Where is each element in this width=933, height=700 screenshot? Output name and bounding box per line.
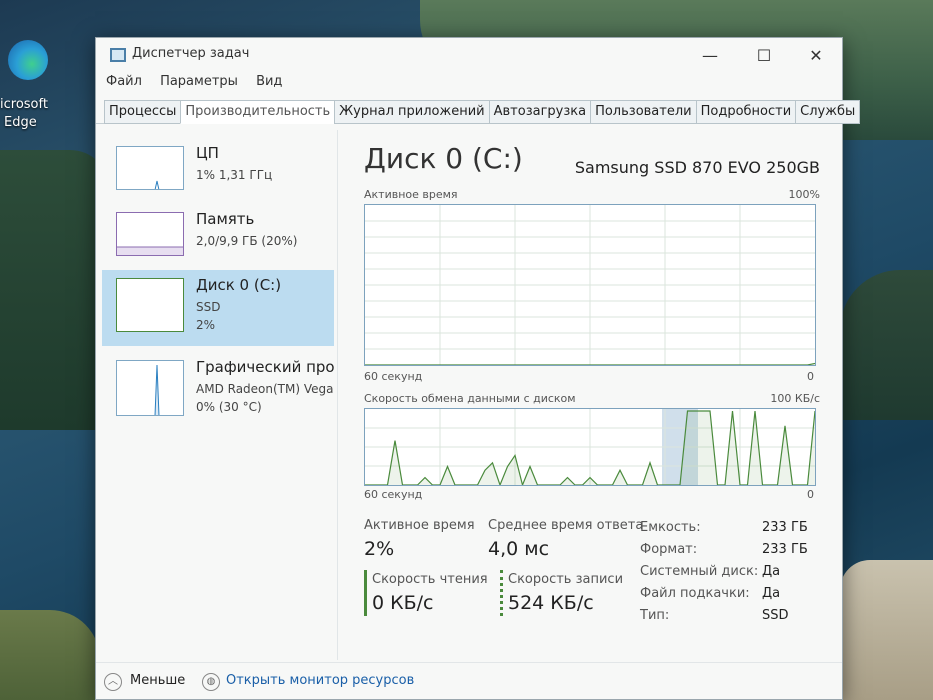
info-label: Тип:	[640, 608, 670, 623]
disk-model: Samsung SSD 870 EVO 250GB	[574, 158, 820, 177]
info-label: Системный диск:	[640, 564, 759, 579]
active-time-chart	[364, 204, 816, 366]
disk-detail-panel: Диск 0 (C:) Samsung SSD 870 EVO 250GB Ак…	[344, 130, 834, 660]
active-time-value: 2%	[364, 538, 395, 560]
sidebar-item-usage: 2%	[196, 318, 216, 332]
maximize-button[interactable]: ☐	[746, 44, 782, 68]
title-bar[interactable]: Диспетчер задач — ☐ ✕	[96, 38, 842, 74]
sidebar-divider	[337, 130, 338, 660]
tab-app-history[interactable]: Журнал приложений	[334, 100, 490, 124]
transfer-rate-chart	[364, 408, 816, 486]
response-time-label: Среднее время ответа	[488, 518, 644, 533]
sidebar-item-detail: 2,0/9,9 ГБ (20%)	[196, 234, 298, 248]
edge-desktop-shortcut[interactable]: icrosoft Edge	[0, 36, 60, 136]
menu-bar: Файл Параметры Вид	[106, 74, 296, 94]
write-speed-label: Скорость записи	[508, 572, 624, 587]
info-value: 233 ГБ	[762, 542, 808, 557]
info-value: Да	[762, 586, 781, 601]
open-resource-monitor-link[interactable]: Открыть монитор ресурсов	[226, 673, 414, 688]
menu-view[interactable]: Вид	[256, 74, 282, 89]
write-speed-value: 524 КБ/с	[508, 592, 594, 614]
sidebar-item-detail: SSD	[196, 300, 221, 314]
tab-services[interactable]: Службы	[795, 100, 861, 124]
info-value: Да	[762, 564, 781, 579]
menu-options[interactable]: Параметры	[160, 74, 238, 89]
read-speed-value: 0 КБ/с	[372, 592, 434, 614]
page-title: Диск 0 (C:)	[364, 142, 523, 175]
info-value: SSD	[762, 608, 789, 623]
tab-bar: Процессы Производительность Журнал прило…	[104, 100, 861, 124]
desktop-rocks	[840, 560, 933, 700]
chart1-xright: 0	[807, 370, 814, 383]
tab-startup[interactable]: Автозагрузка	[488, 100, 592, 124]
sidebar-item-detail: 1% 1,31 ГГц	[196, 168, 273, 182]
chart2-xright: 0	[807, 488, 814, 501]
sidebar-item-label: Память	[196, 210, 255, 228]
cpu-thumbnail	[116, 146, 184, 190]
chart2-xleft: 60 секунд	[364, 488, 423, 501]
tab-processes[interactable]: Процессы	[104, 100, 182, 124]
sidebar-item-disk[interactable]: Диск 0 (C:) SSD 2%	[102, 270, 334, 346]
edge-label-line1: icrosoft	[0, 97, 48, 112]
window-title: Диспетчер задач	[132, 46, 250, 61]
chevron-up-icon[interactable]: ︿	[104, 673, 122, 691]
desktop-grass	[0, 610, 100, 700]
tab-users[interactable]: Пользователи	[590, 100, 697, 124]
disk-thumbnail	[116, 278, 184, 332]
info-label: Емкость:	[640, 520, 701, 535]
desktop-cliff-right	[840, 270, 933, 420]
info-label: Файл подкачки:	[640, 586, 750, 601]
sidebar-item-cpu[interactable]: ЦП 1% 1,31 ГГц	[102, 138, 334, 214]
edge-icon	[8, 40, 48, 80]
read-speed-bar	[364, 570, 367, 616]
info-label: Формат:	[640, 542, 698, 557]
performance-sidebar: ЦП 1% 1,31 ГГц Память 2,0/9,9 ГБ (20%) Д…	[102, 130, 334, 660]
close-button[interactable]: ✕	[798, 44, 834, 68]
sidebar-item-gpu[interactable]: Графический процессор 0 AMD Radeon(TM) V…	[102, 352, 334, 428]
gpu-thumbnail	[116, 360, 184, 416]
footer: ︿ Меньше ◍ Открыть монитор ресурсов	[96, 662, 842, 700]
chart2-max: 100 КБ/с	[770, 392, 820, 405]
transfer-rate-svg	[365, 409, 815, 485]
memory-thumbnail	[116, 212, 184, 256]
task-manager-icon	[110, 48, 126, 62]
sidebar-item-memory[interactable]: Память 2,0/9,9 ГБ (20%)	[102, 204, 334, 280]
tab-details[interactable]: Подробности	[695, 100, 797, 124]
tab-performance[interactable]: Производительность	[180, 100, 336, 124]
sidebar-item-usage: 0% (30 °C)	[196, 400, 262, 414]
active-time-label: Активное время	[364, 518, 475, 533]
info-value: 233 ГБ	[762, 520, 808, 535]
response-time-value: 4,0 мс	[488, 538, 550, 560]
sidebar-item-label: Графический процессор 0	[196, 358, 334, 376]
chart1-label: Активное время	[364, 188, 458, 201]
less-details-button[interactable]: Меньше	[130, 673, 185, 688]
chart2-label: Скорость обмена данными с диском	[364, 392, 576, 405]
chart1-max: 100%	[788, 188, 820, 201]
menu-file[interactable]: Файл	[106, 74, 142, 89]
sidebar-item-detail: AMD Radeon(TM) Vega 8 Graphics	[196, 382, 334, 396]
edge-label-line2: Edge	[4, 115, 37, 130]
chart1-xleft: 60 секунд	[364, 370, 423, 383]
desktop-cliff-left	[0, 150, 110, 430]
minimize-button[interactable]: —	[692, 44, 728, 68]
write-speed-bar	[500, 570, 503, 616]
task-manager-window: Диспетчер задач — ☐ ✕ Файл Параметры Вид…	[95, 37, 861, 700]
active-time-svg	[365, 205, 815, 365]
sidebar-item-label: ЦП	[196, 144, 219, 162]
sidebar-item-label: Диск 0 (C:)	[196, 276, 282, 294]
resource-monitor-icon[interactable]: ◍	[202, 673, 220, 691]
read-speed-label: Скорость чтения	[372, 572, 488, 587]
